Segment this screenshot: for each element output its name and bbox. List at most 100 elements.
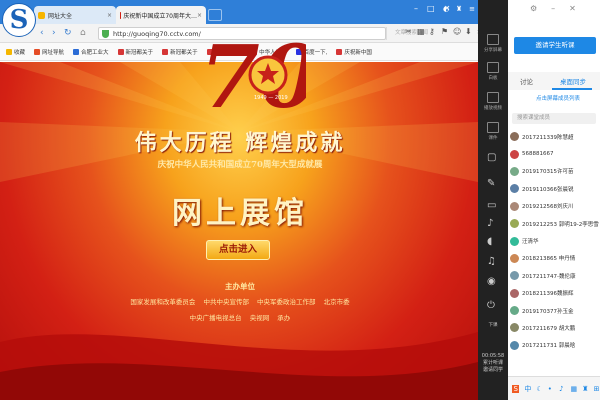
shirt-icon[interactable]: ♜ [582, 385, 588, 393]
dot-icon[interactable]: • [548, 385, 554, 393]
flag-icon[interactable]: ⚑ [441, 27, 448, 36]
tab-discuss[interactable]: 讨论 [520, 76, 533, 86]
member-list-header[interactable]: 点击屏幕成员列表 [536, 94, 580, 102]
key-icon[interactable]: ⚷ [429, 27, 436, 36]
share-screen-button[interactable]: 分享屏幕 [478, 34, 508, 53]
pen-icon[interactable]: ✎ [487, 178, 495, 189]
minimize-button[interactable]: – [414, 4, 418, 13]
close-icon[interactable]: ✕ [569, 4, 576, 13]
browser-toolbar-right: ✂ ▦ ⚷ ⚑ ☺ ⬇ » [405, 27, 484, 36]
star-icon [6, 48, 12, 55]
avatar [510, 184, 519, 194]
active-tab-indicator [552, 88, 592, 90]
member-search-input[interactable]: 搜索课堂成员 [512, 113, 596, 124]
music-icon[interactable]: ♫ [487, 256, 496, 267]
organizers-line-1: 国家发展和改革委员会 中共中央宣传部 中央军委政治工作部 北京市委 [130, 298, 350, 306]
list-item[interactable]: 2019170315许可苗 [508, 163, 600, 180]
whiteboard-button[interactable]: 白板 [478, 62, 508, 81]
close-window-button[interactable]: ✕ [444, 4, 451, 13]
settings-icon[interactable]: ⚙ [530, 4, 537, 13]
forward-button[interactable]: › [52, 27, 56, 39]
list-item[interactable]: 2017211747-魏伦康 [508, 267, 600, 284]
sogou-icon[interactable]: S [512, 384, 520, 393]
list-item[interactable]: 2019170377孙玉金 [508, 302, 600, 319]
list-item[interactable]: 2019212253 郭明19-2李思雪 [508, 215, 600, 232]
member-name: 2017211339陈慧超 [522, 134, 574, 141]
bookmark-item[interactable]: 合肥工业大 [73, 48, 109, 56]
close-icon[interactable]: × [107, 12, 112, 19]
maximize-button[interactable]: □ [427, 4, 435, 13]
bookmark-label: 合肥工业大 [81, 49, 109, 56]
bookmark-item[interactable]: 庆祝新中国 [336, 48, 372, 56]
keyboard-icon[interactable]: ▦ [571, 385, 578, 393]
avatar [510, 340, 519, 350]
list-item[interactable]: 2019212568刘庆川 [508, 198, 600, 215]
courseware-button[interactable]: 课件 [478, 122, 508, 141]
refresh-button[interactable]: ↻ [64, 27, 72, 39]
share-label: 邀请同学 [482, 367, 503, 373]
timer-value: 00:05:58 [481, 353, 505, 359]
invite-student-button[interactable]: 邀请学生听课 [514, 37, 596, 54]
sidebar-label: 白板 [488, 76, 498, 81]
list-item[interactable]: 2017211679 胡大鹏 [508, 319, 600, 336]
member-name: 2019170377孙玉金 [522, 308, 574, 315]
url-text: http://guoqing70.cctv.com/ [113, 29, 201, 38]
shirt-icon[interactable]: ♜ [455, 5, 463, 13]
video-icon [487, 92, 499, 103]
mic-icon[interactable]: ♪ [487, 218, 493, 229]
back-button[interactable]: ‹ [40, 27, 44, 39]
list-item[interactable]: 2018211396魏振辉 [508, 285, 600, 302]
new-tab-button[interactable] [208, 9, 222, 21]
list-item[interactable]: 2018213865 申丹情 [508, 250, 600, 267]
scissors-icon[interactable]: ✂ [405, 27, 412, 36]
courseware-icon [487, 122, 499, 133]
list-item[interactable]: 汪清华 [508, 232, 600, 249]
volume-icon[interactable]: ◖ [487, 236, 492, 247]
bookmark-label: 新冠都关于 [125, 49, 154, 56]
avatar [510, 253, 519, 263]
end-class-label[interactable]: 下课 [478, 322, 508, 328]
enter-button[interactable]: 点击进入 [206, 240, 270, 260]
whiteboard-icon [487, 62, 499, 73]
security-shield-icon [102, 29, 109, 38]
tab-home[interactable]: 网址大全 × [34, 6, 116, 24]
bookmark-item[interactable]: 新冠都关于 [162, 48, 198, 56]
bookmark-item[interactable]: 新冠都关于 [117, 48, 154, 56]
grid-icon[interactable]: ▦ [417, 27, 425, 36]
tab-desktop-sync[interactable]: 桌面同步 [560, 76, 586, 86]
close-icon[interactable]: × [197, 12, 202, 19]
avatar [510, 219, 519, 229]
bookmark-icon [162, 48, 169, 55]
bookmark-item[interactable]: 收藏 [6, 48, 25, 56]
bookmark-item[interactable]: 网址导航 [34, 48, 64, 56]
download-icon[interactable]: ⬇ [465, 27, 472, 36]
user-icon[interactable]: ☺ [453, 27, 461, 36]
list-item[interactable]: 2017211339陈慧超 [508, 128, 600, 145]
eraser-icon[interactable]: ▭ [487, 200, 496, 211]
window-controls: – □ ✕ [414, 4, 450, 13]
mic-icon[interactable]: ♪ [559, 385, 565, 393]
grid-icon[interactable]: ⊞ [594, 385, 600, 393]
power-icon[interactable]: ⏻ [487, 300, 495, 311]
camera-icon[interactable]: ◉ [487, 276, 496, 287]
bookmark-icon [117, 48, 124, 55]
list-item[interactable]: 2019110366张晨锐 [508, 180, 600, 197]
minimize-icon[interactable]: – [551, 4, 555, 13]
chat-icon[interactable]: ▢ [487, 152, 496, 163]
tab-label: 庆祝新中国成立70周年大… [123, 12, 197, 20]
list-item[interactable]: 568881667 [508, 145, 600, 162]
moon-icon[interactable]: ☾ [536, 385, 542, 393]
member-name: 2017211679 胡大鹏 [522, 325, 576, 332]
menu-icon[interactable]: ≡ [468, 5, 476, 13]
tab-cctv[interactable]: 庆祝新中国成立70周年大… × [116, 6, 206, 24]
sidebar-label: 课件 [488, 136, 498, 141]
browser-logo-icon[interactable]: S [2, 3, 36, 37]
ime-icon[interactable]: 中 [524, 385, 531, 393]
bookmark-icon [34, 48, 41, 55]
home-icon[interactable]: ⌂ [80, 27, 86, 39]
seventy-emblem-icon: 70 1949 — 2019 [200, 27, 306, 125]
list-item[interactable]: 2017211731 郭晨晗 [508, 337, 600, 354]
bookmark-label: 收藏 [14, 49, 26, 56]
member-name: 568881667 [522, 151, 554, 158]
play-video-button[interactable]: 播放视频 [478, 92, 508, 111]
